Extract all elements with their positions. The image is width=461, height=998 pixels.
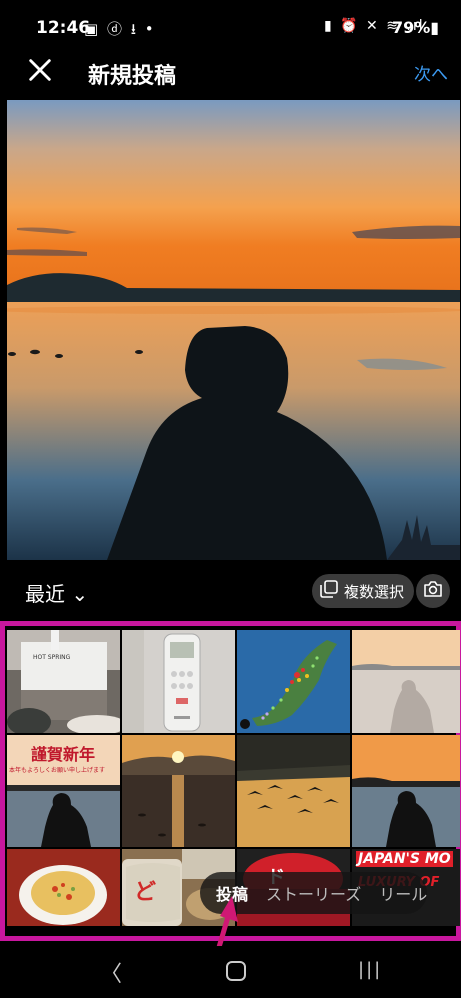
battery-level: 79%▮ [392,18,440,37]
gallery-thumb-birds[interactable] [237,735,350,847]
camera-icon [423,580,443,602]
svg-text:ど: ど [134,880,156,905]
gallery-thumb-hot-spring[interactable]: HOT SPRING [7,630,120,733]
album-toolbar: 最近 ⌄ 複数選択 [0,568,461,618]
close-icon[interactable] [26,56,54,90]
recent-apps-icon[interactable]: ||| [358,959,382,980]
tab-stories[interactable]: ストーリーズ [266,881,361,905]
gallery-thumb-lake-orange[interactable] [352,735,460,847]
album-selector[interactable]: 最近 ⌄ [25,578,88,607]
new-year-text: 謹賀新年 [31,745,96,764]
gallery-thumb-rice-bowl[interactable] [7,849,120,926]
page-title: 新規投稿 [88,64,177,89]
system-nav-bar: 〈 ||| [0,946,461,998]
home-icon[interactable] [226,961,246,981]
status-bar: 12:46 ▣ ⓓ ⭳ • ▮ ⏰ ✕ ≋ .ıl 79%▮ [0,0,461,56]
gallery-thumb-lake-pale[interactable] [352,630,460,733]
gallery-thumb-remote[interactable] [122,630,235,733]
gallery-thumb-map[interactable] [237,630,350,733]
japans-most-text: JAPAN'S MO [356,851,453,867]
notification-icons: ▣ ⓓ ⭳ • [84,20,156,38]
camera-button[interactable] [416,574,450,608]
layers-icon [320,580,338,602]
gallery-thumb-sunrise[interactable] [122,735,235,847]
multi-select-label: 複数選択 [344,582,405,601]
tab-reels[interactable]: リール [379,881,427,905]
next-button[interactable]: 次へ [414,60,448,85]
new-year-subtext: 本年もよろしくお願い申し上げます [9,767,106,774]
multi-select-button[interactable]: 複数選択 [312,574,415,608]
back-icon[interactable]: 〈 [100,956,122,988]
selected-photo-preview [7,100,460,560]
status-time: 12:46 [36,18,91,38]
hot-spring-sign-text: HOT SPRING [33,654,71,661]
gallery-thumb-new-year[interactable]: 謹賀新年 本年もよろしくお願い申し上げます [7,735,120,847]
